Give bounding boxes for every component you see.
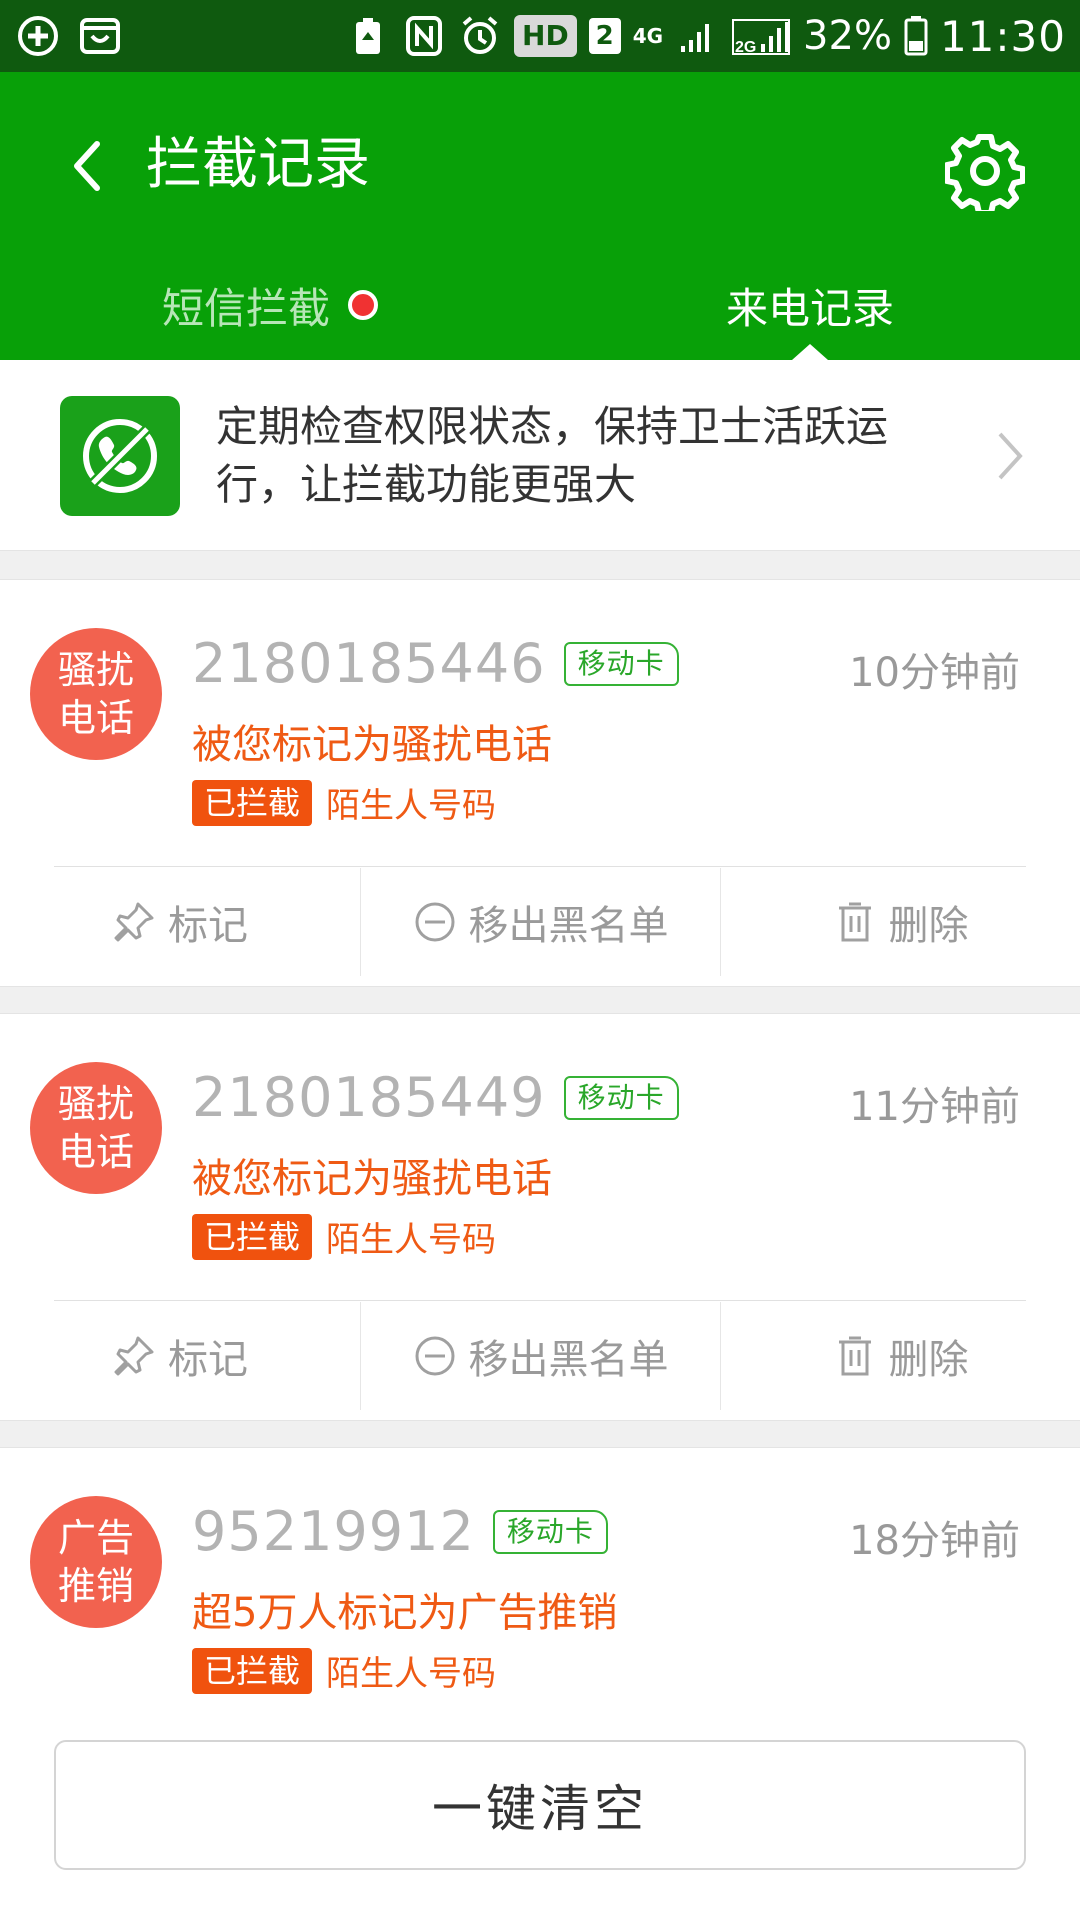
record-time: 11分钟前	[849, 1084, 1020, 1130]
minus-circle-icon	[415, 1336, 454, 1376]
mark-button[interactable]: 标记	[0, 1302, 360, 1410]
phone-number: 2180185449 移动卡	[192, 1066, 679, 1130]
phone-number-text: 2180185449	[192, 1066, 546, 1129]
record-tags: 已拦截 陌生人号码	[192, 1646, 496, 1695]
record-tags: 已拦截 陌生人号码	[192, 778, 496, 827]
unread-dot	[348, 290, 378, 320]
tab-bar: 短信拦截 来电记录	[0, 250, 1080, 360]
phone-number-text: 95219912	[192, 1500, 475, 1563]
record-actions: 标记 移出黑名单 删除	[0, 1302, 1080, 1410]
plus-circle-icon	[16, 14, 60, 58]
record-description: 被您标记为骚扰电话	[192, 1156, 552, 1202]
sim-badge: 移动卡	[563, 1076, 679, 1120]
clock: 11:30	[939, 11, 1066, 61]
permission-notice[interactable]: 定期检查权限状态，保持卫士活跃运行，让拦截功能更强大	[0, 360, 1080, 550]
category-avatar: 骚扰 电话	[30, 1062, 162, 1194]
sim-slot-badge: 2	[588, 18, 621, 54]
settings-button[interactable]	[930, 116, 1040, 226]
app-bar: 拦截记录 短信拦截 来电记录	[0, 72, 1080, 360]
phone-number: 2180185446 移动卡	[192, 632, 679, 696]
action-label: 标记	[168, 903, 248, 949]
call-record-card[interactable]: 广告 推销 95219912 移动卡 18分钟前 超5万人标记为广告推销 已拦截…	[0, 1448, 1080, 1696]
avatar-line: 骚扰	[57, 1082, 134, 1126]
tab-label: 来电记录	[725, 283, 894, 333]
gear-icon	[945, 134, 1025, 211]
category-avatar: 骚扰 电话	[30, 628, 162, 760]
record-description: 被您标记为骚扰电话	[192, 722, 552, 768]
record-time: 18分钟前	[849, 1518, 1020, 1564]
hd-badge: HD	[514, 15, 577, 57]
tab-call-records[interactable]: 来电记录	[540, 250, 1080, 360]
clear-all-button[interactable]: 一键清空	[54, 1740, 1026, 1870]
chevron-left-icon	[74, 141, 100, 191]
nfc-icon	[402, 14, 446, 58]
stranger-label: 陌生人号码	[326, 786, 497, 826]
pin-icon	[114, 1336, 154, 1376]
record-description: 超5万人标记为广告推销	[192, 1590, 618, 1636]
active-tab-indicator	[792, 344, 828, 360]
blocked-badge: 已拦截	[192, 1647, 313, 1694]
signal-2g-icon: 2G	[731, 14, 791, 58]
section-gap	[0, 550, 1080, 580]
phone-number-text: 2180185446	[192, 632, 546, 695]
action-label: 标记	[168, 1337, 248, 1383]
back-button[interactable]	[52, 126, 122, 206]
blocked-badge: 已拦截	[192, 779, 313, 826]
battery-percent: 32%	[803, 13, 892, 59]
blocked-badge: 已拦截	[192, 1213, 313, 1260]
record-time: 10分钟前	[849, 650, 1020, 696]
minus-circle-icon	[415, 902, 454, 942]
record-actions: 标记 移出黑名单 删除	[0, 868, 1080, 976]
remove-blacklist-button[interactable]: 移出黑名单	[360, 1302, 720, 1410]
sim-badge: 移动卡	[563, 642, 679, 686]
phone-number: 95219912 移动卡	[192, 1500, 608, 1564]
record-tags: 已拦截 陌生人号码	[192, 1212, 496, 1261]
trash-icon	[838, 902, 871, 942]
chevron-right-icon	[998, 432, 1023, 480]
action-label: 删除	[888, 1337, 969, 1383]
notice-text: 定期检查权限状态，保持卫士活跃运行，让拦截功能更强大	[216, 402, 889, 509]
page-title: 拦截记录	[146, 132, 370, 197]
shopping-bag-icon	[78, 14, 122, 58]
category-avatar: 广告 推销	[30, 1496, 162, 1628]
network-type-2g: 2G	[735, 39, 756, 56]
delete-button[interactable]: 删除	[720, 868, 1080, 976]
avatar-line: 骚扰	[57, 648, 134, 692]
action-label: 删除	[888, 903, 969, 949]
status-bar: HD 2 4G 2G 32% 11:30	[0, 0, 1080, 72]
call-record-card[interactable]: 骚扰 电话 2180185449 移动卡 11分钟前 被您标记为骚扰电话 已拦截…	[0, 1014, 1080, 1420]
mark-button[interactable]: 标记	[0, 868, 360, 976]
tab-label: 短信拦截	[161, 283, 330, 333]
bottom-bar: 一键清空	[0, 1696, 1080, 1920]
avatar-line: 电话	[57, 1130, 134, 1174]
action-label: 移出黑名单	[468, 1337, 669, 1383]
pin-icon	[114, 902, 154, 942]
phone-shield-icon	[60, 396, 180, 516]
action-label: 移出黑名单	[468, 903, 669, 949]
sim-badge: 移动卡	[492, 1510, 608, 1554]
battery-icon	[904, 14, 928, 58]
divider	[54, 866, 1026, 867]
remove-blacklist-button[interactable]: 移出黑名单	[360, 868, 720, 976]
network-type: 4G	[632, 24, 664, 48]
trash-icon	[838, 1336, 871, 1376]
stranger-label: 陌生人号码	[326, 1654, 497, 1694]
avatar-line: 推销	[57, 1564, 134, 1608]
section-gap	[0, 1420, 1080, 1448]
signal-icon	[675, 14, 719, 58]
section-gap	[0, 986, 1080, 1014]
tab-sms-intercept[interactable]: 短信拦截	[0, 250, 540, 360]
call-record-card[interactable]: 骚扰 电话 2180185446 移动卡 10分钟前 被您标记为骚扰电话 已拦截…	[0, 580, 1080, 986]
alarm-icon	[458, 14, 502, 58]
avatar-line: 电话	[57, 696, 134, 740]
delete-button[interactable]: 删除	[720, 1302, 1080, 1410]
divider	[54, 1300, 1026, 1301]
avatar-line: 广告	[57, 1516, 134, 1560]
battery-recycle-icon	[346, 14, 390, 58]
stranger-label: 陌生人号码	[326, 1220, 497, 1260]
